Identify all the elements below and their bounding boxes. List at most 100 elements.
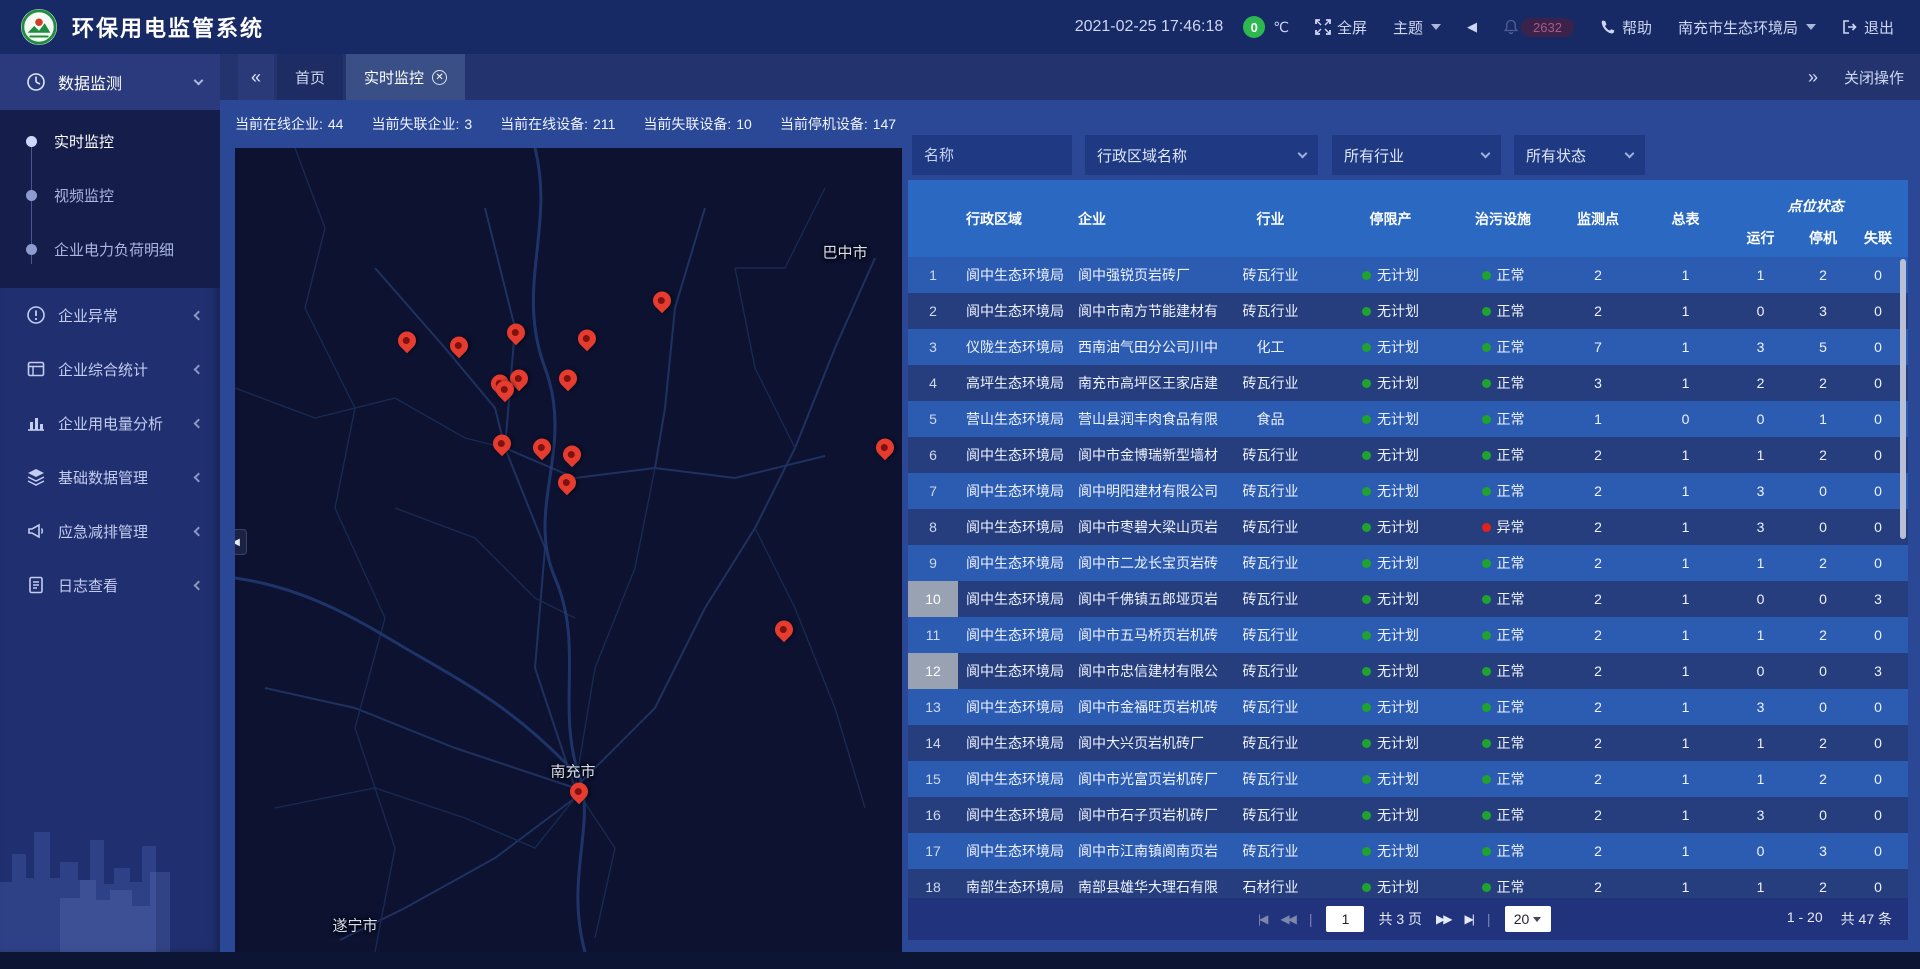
cell-facility: 正常 [1458, 329, 1548, 365]
prev-page-button[interactable]: ◀◀ [1280, 912, 1294, 926]
map-pin[interactable] [397, 332, 417, 358]
table-row[interactable]: 13阆中生态环境局阆中市金福旺页岩机砖砖瓦行业无计划正常21300 [908, 689, 1908, 725]
sidebar-item-realtime-monitoring[interactable]: 实时监控 [0, 114, 220, 168]
table-row[interactable]: 18南部生态环境局南部县雄华大理石有限石材行业无计划正常21120 [908, 869, 1908, 898]
map-pin[interactable] [569, 783, 589, 809]
sound-mute-icon[interactable]: ◀ [1467, 19, 1477, 35]
logout-button[interactable]: 退出 [1842, 17, 1894, 38]
sidebar-item-enterprise-statistics[interactable]: 企业综合统计 [0, 342, 220, 396]
cell-region: 阆中生态环境局 [958, 653, 1068, 689]
row-number: 17 [908, 833, 958, 869]
map-pin[interactable] [652, 292, 672, 318]
table-row[interactable]: 8阆中生态环境局阆中市枣碧大梁山页岩砖瓦行业无计划异常21300 [908, 509, 1908, 545]
cell-stop: 0 [1798, 653, 1848, 689]
next-page-button[interactable]: ▶▶ [1436, 912, 1450, 926]
column-group-point-status: 点位状态 运行 停机 失联 [1723, 180, 1908, 257]
row-number: 16 [908, 797, 958, 833]
last-page-button[interactable]: ▶| [1465, 912, 1473, 926]
map-pin[interactable] [506, 324, 526, 350]
table-row[interactable]: 16阆中生态环境局阆中市石子页岩机砖厂砖瓦行业无计划正常21300 [908, 797, 1908, 833]
map-pin[interactable] [557, 474, 577, 500]
sidebar-item-base-data[interactable]: 基础数据管理 [0, 450, 220, 504]
table-row[interactable]: 9阆中生态环境局阆中市二龙长宝页岩砖砖瓦行业无计划正常21120 [908, 545, 1908, 581]
table-row[interactable]: 17阆中生态环境局阆中市江南镇阆南页岩砖瓦行业无计划正常21030 [908, 833, 1908, 869]
table-row[interactable]: 10阆中生态环境局阆中千佛镇五郎垭页岩砖瓦行业无计划正常21003 [908, 581, 1908, 617]
map-panel[interactable]: 巴中市南充市遂宁市 ◀ [235, 148, 902, 952]
table-row[interactable]: 14阆中生态环境局阆中大兴页岩机砖厂砖瓦行业无计划正常21120 [908, 725, 1908, 761]
cell-facility: 正常 [1458, 689, 1548, 725]
cell-stop: 3 [1798, 293, 1848, 329]
table-row[interactable]: 1阆中生态环境局阆中强锐页岩砖厂砖瓦行业无计划正常21120 [908, 257, 1908, 293]
cell-enterprise: 阆中市金博瑞新型墙材 [1068, 437, 1218, 473]
table-row[interactable]: 15阆中生态环境局阆中市光富页岩机砖厂砖瓦行业无计划正常21120 [908, 761, 1908, 797]
map-pin[interactable] [558, 370, 578, 396]
map-city-label: 巴中市 [822, 242, 867, 263]
status-dot [1362, 847, 1371, 856]
pin-icon [489, 431, 514, 456]
facility-text: 正常 [1497, 877, 1525, 897]
page-number-input[interactable] [1326, 906, 1364, 932]
map-pin[interactable] [495, 381, 515, 407]
table-row[interactable]: 12阆中生态环境局阆中市忠信建材有限公砖瓦行业无计划正常21003 [908, 653, 1908, 689]
name-filter-input[interactable] [912, 135, 1072, 175]
status-dot [1362, 631, 1371, 640]
row-number: 2 [908, 293, 958, 329]
sidebar-item-video-monitoring[interactable]: 视频监控 [0, 168, 220, 222]
table-row[interactable]: 7阆中生态环境局阆中明阳建材有限公司砖瓦行业无计划正常21300 [908, 473, 1908, 509]
cell-enterprise: 阆中市五马桥页岩机砖 [1068, 617, 1218, 653]
page-size-select[interactable]: 20 [1505, 906, 1551, 932]
cell-enterprise: 阆中千佛镇五郎垭页岩 [1068, 581, 1218, 617]
cell-region: 高坪生态环境局 [958, 365, 1068, 401]
tab-home[interactable]: 首页 [277, 54, 343, 100]
cell-monitor: 2 [1548, 473, 1648, 509]
cell-monitor: 2 [1548, 581, 1648, 617]
sidebar-item-power-load-detail[interactable]: 企业电力负荷明细 [0, 222, 220, 276]
cell-meter: 1 [1648, 545, 1723, 581]
cell-industry: 砖瓦行业 [1218, 725, 1323, 761]
sidebar-item-data-monitoring[interactable]: 数据监测 [0, 54, 220, 110]
map-pin[interactable] [875, 439, 895, 465]
sidebar-item-log-view[interactable]: 日志查看 [0, 558, 220, 612]
cell-stop: 2 [1798, 365, 1848, 401]
status-dot [1482, 775, 1491, 784]
tab-realtime-monitoring[interactable]: 实时监控 ✕ [346, 54, 465, 100]
map-pin[interactable] [774, 621, 794, 647]
cell-halt: 无计划 [1323, 581, 1458, 617]
map-pin[interactable] [492, 435, 512, 461]
table-row[interactable]: 2阆中生态环境局阆中市南方节能建材有砖瓦行业无计划正常21030 [908, 293, 1908, 329]
close-operations-button[interactable]: 关闭操作 [1844, 67, 1904, 88]
cell-meter: 1 [1648, 509, 1723, 545]
map-pin[interactable] [562, 446, 582, 472]
halt-text: 无计划 [1377, 733, 1419, 753]
tabs-scroll-left-button[interactable]: « [238, 54, 274, 100]
sidebar-item-emergency-reduction[interactable]: 应急减排管理 [0, 504, 220, 558]
facility-text: 异常 [1497, 517, 1525, 537]
user-dropdown[interactable]: 南充市生态环境局 [1678, 17, 1816, 38]
table-row[interactable]: 11阆中生态环境局阆中市五马桥页岩机砖砖瓦行业无计划正常21120 [908, 617, 1908, 653]
industry-filter-dropdown[interactable]: 所有行业 [1332, 135, 1501, 175]
first-page-button[interactable]: |◀ [1258, 912, 1266, 926]
theme-dropdown[interactable]: 主题 [1393, 17, 1441, 38]
table-row[interactable]: 4高坪生态环境局南充市高坪区王家店建砖瓦行业无计划正常31220 [908, 365, 1908, 401]
status-filter-dropdown[interactable]: 所有状态 [1514, 135, 1645, 175]
map-pin[interactable] [449, 337, 469, 363]
notification-bell[interactable]: 2632 [1503, 18, 1574, 37]
sidebar-item-enterprise-abnormal[interactable]: 企业异常 [0, 288, 220, 342]
table-row[interactable]: 5营山生态环境局营山县润丰肉食品有限食品无计划正常10010 [908, 401, 1908, 437]
table-row[interactable]: 6阆中生态环境局阆中市金博瑞新型墙材砖瓦行业无计划正常21120 [908, 437, 1908, 473]
map-collapse-button[interactable]: ◀ [235, 529, 247, 555]
map-pin[interactable] [577, 330, 597, 356]
row-number: 7 [908, 473, 958, 509]
tabs-scroll-right-button[interactable]: » [1808, 67, 1818, 88]
fullscreen-button[interactable]: 全屏 [1315, 17, 1367, 38]
tab-close-icon[interactable]: ✕ [432, 70, 447, 85]
cell-facility: 异常 [1458, 509, 1548, 545]
chevron-left-icon [194, 580, 204, 590]
region-filter-dropdown[interactable]: 行政区域名称 [1085, 135, 1318, 175]
table-row[interactable]: 3仪陇生态环境局西南油气田分公司川中化工无计划正常71350 [908, 329, 1908, 365]
cell-region: 阆中生态环境局 [958, 257, 1068, 293]
table-scrollbar[interactable] [1900, 259, 1906, 539]
sidebar-item-electricity-analysis[interactable]: 企业用电量分析 [0, 396, 220, 450]
map-pin[interactable] [532, 439, 552, 465]
help-button[interactable]: 帮助 [1600, 17, 1652, 38]
